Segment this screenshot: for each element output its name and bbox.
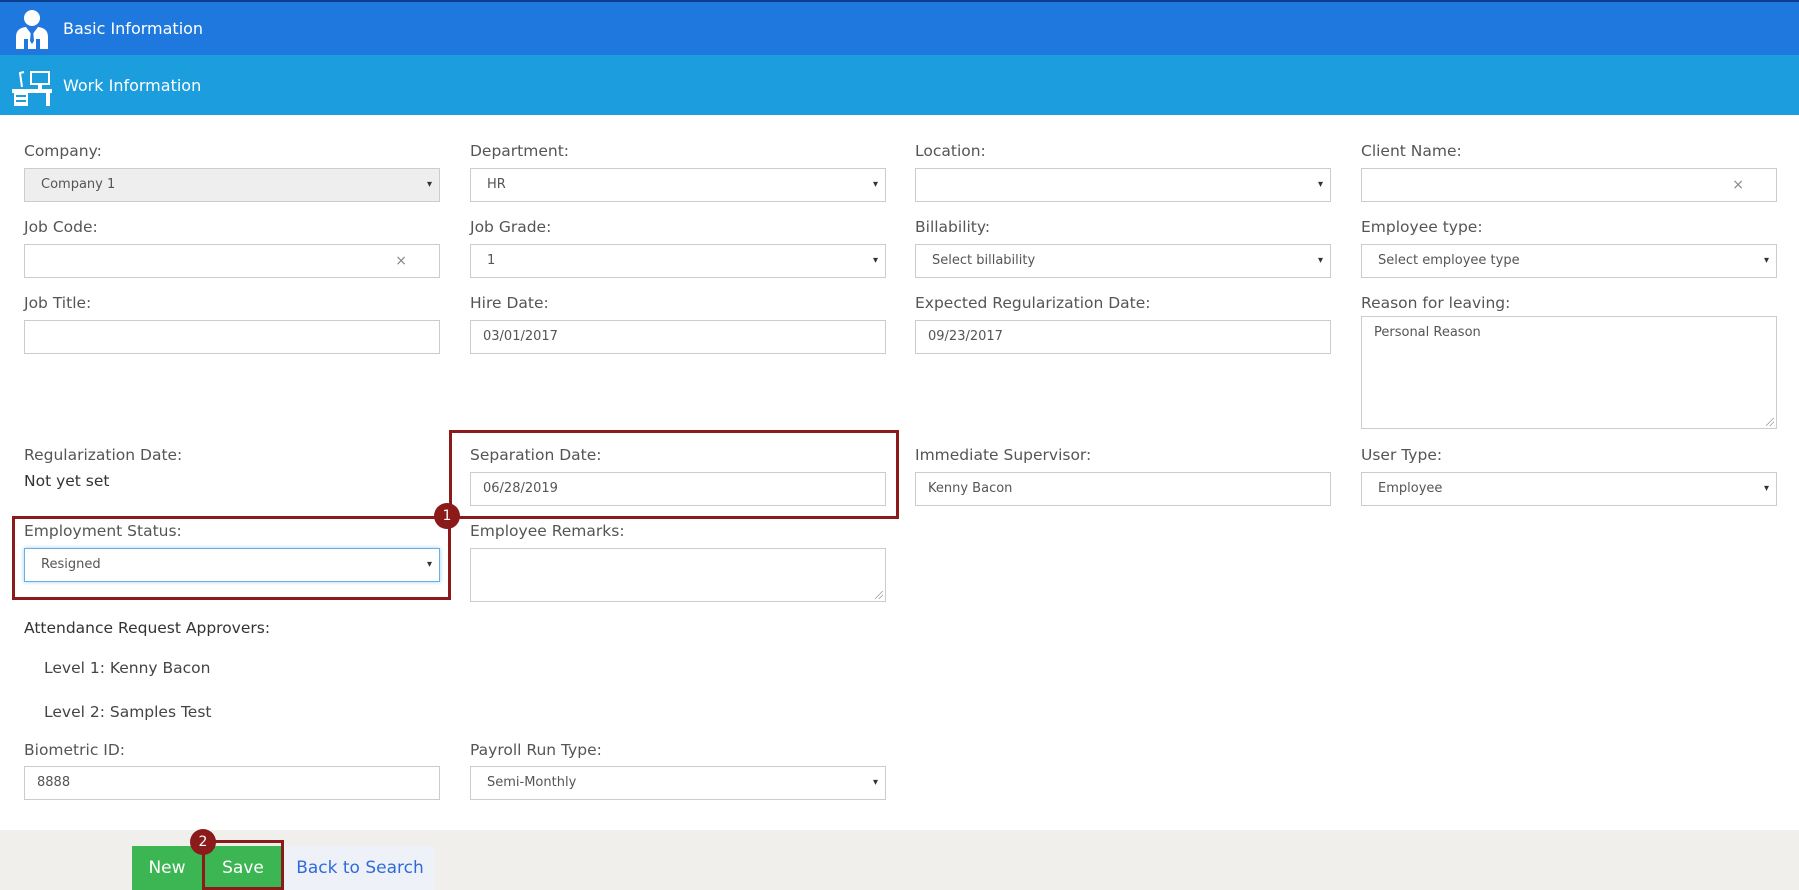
- client-name-select[interactable]: ×: [1361, 168, 1777, 202]
- employment-status-highlight: [12, 516, 451, 600]
- new-button[interactable]: New: [132, 846, 202, 890]
- workstation-icon: [12, 71, 52, 106]
- location-select[interactable]: ▾: [915, 168, 1331, 202]
- expected-regularization-date-label: Expected Regularization Date:: [915, 294, 1151, 312]
- chevron-down-icon: ▾: [1317, 255, 1323, 266]
- employee-icon: [16, 9, 48, 49]
- clear-icon[interactable]: ×: [395, 245, 407, 277]
- client-name-label: Client Name:: [1361, 142, 1462, 160]
- job-grade-value: 1: [487, 253, 496, 268]
- step-badge-1: 1: [434, 503, 460, 529]
- reason-for-leaving-label: Reason for leaving:: [1361, 294, 1511, 312]
- resize-grip-icon[interactable]: [875, 591, 883, 599]
- basic-information-header[interactable]: Basic Information: [0, 2, 1799, 55]
- employee-type-select[interactable]: Select employee type ▾: [1361, 244, 1777, 278]
- reason-for-leaving-value: Personal Reason: [1374, 325, 1481, 340]
- hire-date-label: Hire Date:: [470, 294, 549, 312]
- billability-select[interactable]: Select billability ▾: [915, 244, 1331, 278]
- department-select[interactable]: HR ▾: [470, 168, 886, 202]
- employee-remarks-textarea[interactable]: [470, 548, 886, 602]
- work-information-header[interactable]: Work Information: [0, 55, 1799, 115]
- employee-type-label: Employee type:: [1361, 218, 1483, 236]
- job-code-label: Job Code:: [24, 218, 98, 236]
- user-type-select[interactable]: Employee ▾: [1361, 472, 1777, 506]
- step-badge-2: 2: [190, 829, 216, 855]
- job-code-select[interactable]: ×: [24, 244, 440, 278]
- company-label: Company:: [24, 142, 102, 160]
- approver-level-2: Level 2: Samples Test: [44, 703, 212, 721]
- billability-value: Select billability: [932, 253, 1036, 268]
- chevron-down-icon: ▾: [1763, 483, 1769, 494]
- separation-date-highlight: [449, 430, 899, 519]
- employee-remarks-label: Employee Remarks:: [470, 522, 625, 540]
- resize-grip-icon[interactable]: [1766, 418, 1774, 426]
- billability-label: Billability:: [915, 218, 991, 236]
- department-value: HR: [487, 177, 506, 192]
- location-label: Location:: [915, 142, 986, 160]
- immediate-supervisor-input[interactable]: Kenny Bacon: [915, 472, 1331, 506]
- chevron-down-icon: ▾: [872, 255, 878, 266]
- department-label: Department:: [470, 142, 570, 160]
- payroll-run-type-select[interactable]: Semi-Monthly ▾: [470, 766, 886, 800]
- biometric-id-input[interactable]: 8888: [24, 766, 440, 800]
- chevron-down-icon: ▾: [872, 179, 878, 190]
- reason-for-leaving-textarea[interactable]: Personal Reason: [1361, 316, 1777, 429]
- company-select[interactable]: Company 1 ▾: [24, 168, 440, 202]
- biometric-id-label: Biometric ID:: [24, 741, 125, 759]
- job-title-input[interactable]: [24, 320, 440, 354]
- chevron-down-icon: ▾: [1317, 179, 1323, 190]
- expected-regularization-date-input[interactable]: 09/23/2017: [915, 320, 1331, 354]
- clear-icon[interactable]: ×: [1732, 169, 1744, 201]
- company-value: Company 1: [41, 177, 116, 192]
- user-type-value: Employee: [1378, 481, 1443, 496]
- immediate-supervisor-label: Immediate Supervisor:: [915, 446, 1092, 464]
- hire-date-input[interactable]: 03/01/2017: [470, 320, 886, 354]
- job-title-label: Job Title:: [24, 294, 92, 312]
- payroll-run-type-value: Semi-Monthly: [487, 775, 577, 790]
- job-grade-label: Job Grade:: [470, 218, 552, 236]
- chevron-down-icon: ▾: [426, 179, 432, 190]
- back-to-search-link[interactable]: Back to Search: [285, 846, 435, 890]
- payroll-run-type-label: Payroll Run Type:: [470, 741, 602, 759]
- basic-information-title: Basic Information: [63, 19, 204, 38]
- chevron-down-icon: ▾: [872, 777, 878, 788]
- regularization-date-value: Not yet set: [24, 472, 110, 490]
- regularization-date-label: Regularization Date:: [24, 446, 183, 464]
- employee-type-value: Select employee type: [1378, 253, 1520, 268]
- work-information-title: Work Information: [63, 75, 202, 95]
- chevron-down-icon: ▾: [1763, 255, 1769, 266]
- approver-level-1: Level 1: Kenny Bacon: [44, 659, 211, 677]
- attendance-approvers-label: Attendance Request Approvers:: [24, 619, 271, 637]
- job-grade-select[interactable]: 1 ▾: [470, 244, 886, 278]
- user-type-label: User Type:: [1361, 446, 1443, 464]
